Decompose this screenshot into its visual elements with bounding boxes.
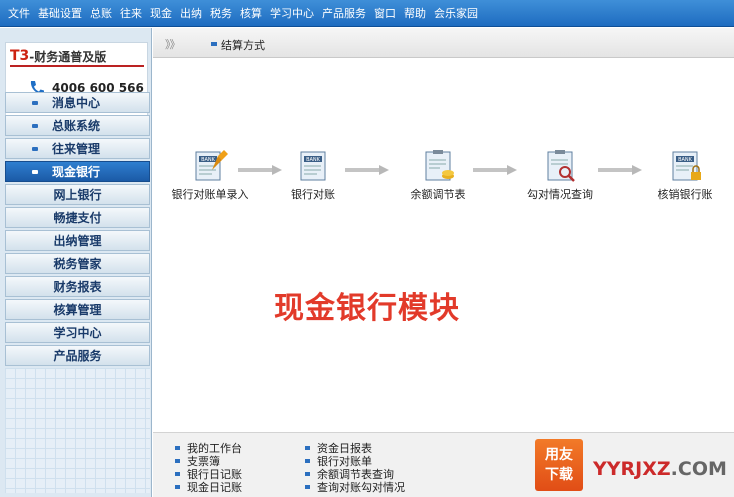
flow-label: 银行对账单录入: [171, 188, 249, 201]
breadcrumb: 》》 结算方式: [153, 28, 734, 58]
sidebar-item-cash-bank[interactable]: 现金银行: [5, 161, 150, 182]
clipboard-search-icon: [547, 150, 575, 182]
watermark-site-domain: .COM: [670, 458, 727, 480]
sidebar-nav: 消息中心 总账系统 往来管理 现金银行 网上银行 畅捷支付 出纳管理 税务管家 …: [5, 92, 150, 368]
bullet-icon: [175, 445, 180, 450]
bank-document-icon: BANK: [300, 151, 326, 181]
flow-match-query[interactable]: 勾对情况查询: [515, 148, 605, 202]
breadcrumb-arrows: 》》: [165, 38, 180, 51]
flow-label: 核销银行账: [657, 188, 713, 201]
decorative-pattern: [5, 368, 150, 493]
icon-text: BANK: [678, 157, 693, 163]
sidebar-item-cashier[interactable]: 出纳管理: [5, 230, 150, 251]
sidebar-item-label: 总账系统: [52, 119, 101, 133]
bullet-icon: [175, 471, 180, 476]
bullet-icon: [32, 124, 38, 128]
menu-product-service[interactable]: 产品服务: [318, 5, 370, 21]
sidebar-item-online-bank[interactable]: 网上银行: [5, 184, 150, 205]
left-panel: T3 -财务通普及版 4006 600 566 消息中心 总账系统 往来管理 现金…: [0, 28, 152, 497]
sidebar-item-general-ledger[interactable]: 总账系统: [5, 115, 150, 136]
clipboard-coins-icon: [425, 150, 454, 181]
sidebar-item-product-service[interactable]: 产品服务: [5, 345, 150, 366]
quick-link-label: 查询对账勾对情况: [317, 480, 405, 494]
sidebar-item-quick-pay[interactable]: 畅捷支付: [5, 207, 150, 228]
menu-tax[interactable]: 税务: [206, 5, 236, 21]
bullet-icon: [305, 471, 310, 476]
bank-document-lock-icon: BANK: [672, 151, 701, 181]
breadcrumb-label[interactable]: 结算方式: [221, 37, 265, 53]
bullet-icon: [211, 42, 217, 46]
menu-bar: 文件 基础设置 总账 往来 现金 出纳 税务 核算 学习中心 产品服务 窗口 帮…: [0, 0, 734, 27]
menu-help[interactable]: 帮助: [400, 5, 430, 21]
bullet-icon: [305, 458, 310, 463]
menu-file[interactable]: 文件: [4, 5, 34, 21]
brand-title-rest: -财务通普及版: [29, 49, 107, 64]
menu-learning-center[interactable]: 学习中心: [266, 5, 318, 21]
menu-general-ledger[interactable]: 总账: [86, 5, 116, 21]
menu-basic-settings[interactable]: 基础设置: [34, 5, 86, 21]
bullet-icon: [305, 445, 310, 450]
watermark-badge: 用友 下载: [535, 439, 583, 491]
flow-bank-statement-entry[interactable]: BANK 银行对账单录入: [165, 148, 255, 202]
sidebar-item-messages[interactable]: 消息中心: [5, 92, 150, 113]
flow-label: 余额调节表: [410, 188, 466, 201]
sidebar-item-label: 消息中心: [52, 96, 101, 110]
flow-label: 银行对账: [291, 188, 335, 201]
bank-document-edit-icon: BANK: [195, 150, 228, 181]
brand-t3: T3: [10, 48, 30, 64]
sidebar-item-tax[interactable]: 税务管家: [5, 253, 150, 274]
watermark-site: YYRJXZ.COM: [593, 458, 727, 480]
menu-cash[interactable]: 现金: [146, 5, 176, 21]
icon-text: BANK: [201, 157, 216, 163]
menu-window[interactable]: 窗口: [370, 5, 400, 21]
bullet-icon: [32, 101, 38, 105]
sidebar-item-learning[interactable]: 学习中心: [5, 322, 150, 343]
sidebar-item-transactions[interactable]: 往来管理: [5, 138, 150, 159]
bullet-icon: [32, 170, 38, 174]
icon-text: BANK: [306, 157, 321, 163]
bullet-icon: [32, 147, 38, 151]
quick-links-col1: 我的工作台 支票簿 银行日记账 现金日记账: [175, 441, 242, 494]
arrow-icon: [473, 165, 517, 175]
flow-balance-adjustment[interactable]: 余额调节表: [393, 148, 483, 202]
menu-cashier[interactable]: 出纳: [176, 5, 206, 21]
quick-links-col2: 资金日报表 银行对账单 余额调节表查询 查询对账勾对情况: [305, 441, 405, 494]
arrow-icon: [598, 165, 642, 175]
sidebar-item-financial-reports[interactable]: 财务报表: [5, 276, 150, 297]
sidebar-item-label: 现金银行: [52, 165, 101, 179]
bullet-icon: [175, 484, 180, 489]
menu-transactions[interactable]: 往来: [116, 5, 146, 21]
module-title: 现金银行模块: [274, 291, 460, 326]
quick-link-match-query[interactable]: 查询对账勾对情况: [305, 480, 405, 494]
quick-link-cash-journal[interactable]: 现金日记账: [175, 480, 242, 494]
brand-title: T3 -财务通普及版: [10, 47, 144, 67]
watermark-badge-bottom: 下载: [545, 467, 573, 483]
flow-write-off[interactable]: BANK 核销银行账: [640, 148, 730, 202]
arrow-icon: [345, 165, 389, 175]
sidebar-item-accounting[interactable]: 核算管理: [5, 299, 150, 320]
watermark-badge-top: 用友: [545, 447, 573, 463]
bullet-icon: [305, 484, 310, 489]
watermark-site-name: YYRJXZ: [593, 458, 671, 480]
bullet-icon: [175, 458, 180, 463]
menu-accounting[interactable]: 核算: [236, 5, 266, 21]
flow-bank-reconciliation[interactable]: BANK 银行对账: [268, 148, 358, 202]
quick-link-label: 现金日记账: [187, 480, 242, 494]
sidebar-item-label: 往来管理: [52, 142, 101, 156]
flow-label: 勾对情况查询: [527, 188, 593, 201]
menu-club[interactable]: 会乐家园: [430, 5, 482, 21]
